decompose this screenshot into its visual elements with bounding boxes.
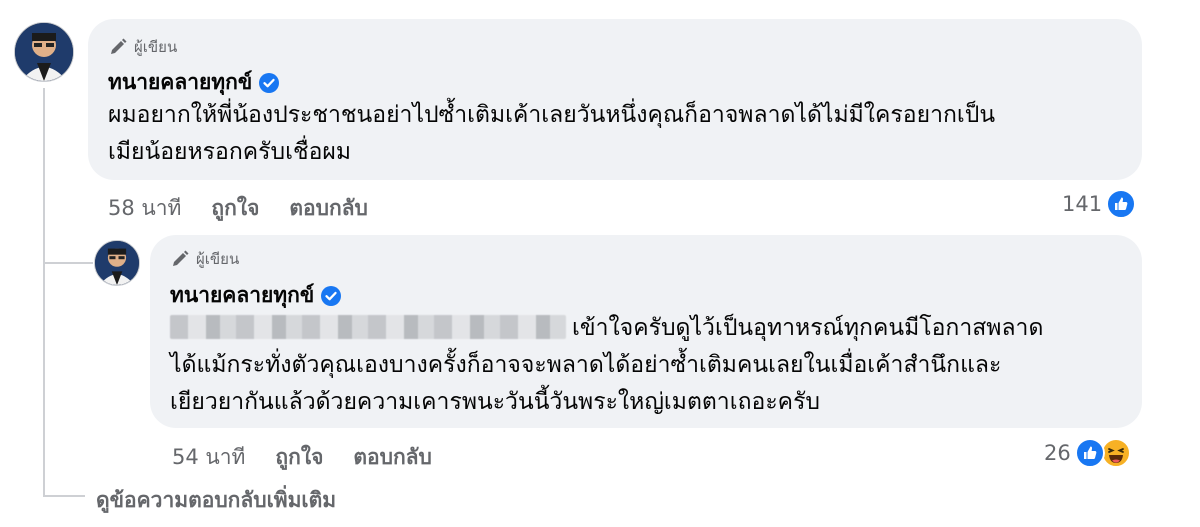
author-badge-label: ผู้เขียน <box>196 250 240 268</box>
thread-line <box>43 88 45 496</box>
reaction-count: 141 <box>1062 192 1103 216</box>
reply-text-line: ได้แม้กระทั่งตัวคุณเองบางครั้งก็อาจจะพลา… <box>170 352 1002 378</box>
reply-reaction-summary[interactable]: 26 <box>1044 438 1131 468</box>
reply-author-badge: ผู้เขียน <box>170 247 239 271</box>
like-button[interactable]: ถูกใจ <box>275 441 323 474</box>
author-name[interactable]: ทนายคลายทุกข์ <box>108 66 280 99</box>
thread-branch-reply <box>43 262 93 264</box>
reaction-summary[interactable]: 141 <box>1062 189 1137 219</box>
reply-text: เข้าใจครับดูไว้เป็นอุทาหรณ์ทุกคนมีโอกาสพ… <box>170 310 1043 421</box>
verified-badge-icon <box>321 285 342 306</box>
view-more-replies-link[interactable]: ดูข้อความตอบกลับเพิ่มเติม <box>96 484 336 517</box>
reply-actions: 54 นาที ถูกใจ ตอบกลับ <box>172 441 432 474</box>
comment-text: ผมอยากให้พี่น้องประชาชนอย่าไปซ้ำเติมเค้า… <box>108 97 995 171</box>
reply-button[interactable]: ตอบกลับ <box>353 441 432 474</box>
like-icon <box>1074 438 1105 468</box>
reply-text-line-1: เข้าใจครับดูไว้เป็นอุทาหรณ์ทุกคนมีโอกาสพ… <box>572 315 1044 341</box>
avatar[interactable] <box>14 22 74 82</box>
comment-text-line: ผมอยากให้พี่น้องประชาชนอย่าไปซ้ำเติมเค้า… <box>108 102 996 128</box>
pencil-icon <box>173 250 189 266</box>
pencil-icon <box>111 38 127 54</box>
reply-avatar[interactable] <box>94 240 140 286</box>
reply-text-line: เข้าใจครับดูไว้เป็นอุทาหรณ์ทุกคนมีโอกาสพ… <box>170 310 1043 347</box>
redacted-mention <box>170 315 566 339</box>
verified-badge-icon <box>259 72 280 93</box>
thread-branch-more <box>43 495 85 497</box>
reaction-count: 26 <box>1044 441 1071 465</box>
comment-actions: 58 นาที ถูกใจ ตอบกลับ <box>108 192 368 225</box>
like-icon <box>1106 189 1137 219</box>
author-badge-label: ผู้เขียน <box>134 38 178 56</box>
like-button[interactable]: ถูกใจ <box>211 192 259 225</box>
comment-time[interactable]: 58 นาที <box>108 192 181 225</box>
author-badge: ผู้เขียน <box>108 35 177 59</box>
reply-text-line: เยียวยากันแล้วด้วยความเคารพนะวันนี้วันพร… <box>170 389 821 415</box>
reply-time[interactable]: 54 นาที <box>172 441 245 474</box>
haha-icon <box>1100 438 1131 468</box>
comment-text-line: เมียน้อยหรอกครับเชื่อผม <box>108 139 352 165</box>
author-name-text[interactable]: ทนายคลายทุกข์ <box>170 279 314 312</box>
reply-author-name[interactable]: ทนายคลายทุกข์ <box>170 279 342 312</box>
author-name-text[interactable]: ทนายคลายทุกข์ <box>108 66 252 99</box>
reply-button[interactable]: ตอบกลับ <box>289 192 368 225</box>
